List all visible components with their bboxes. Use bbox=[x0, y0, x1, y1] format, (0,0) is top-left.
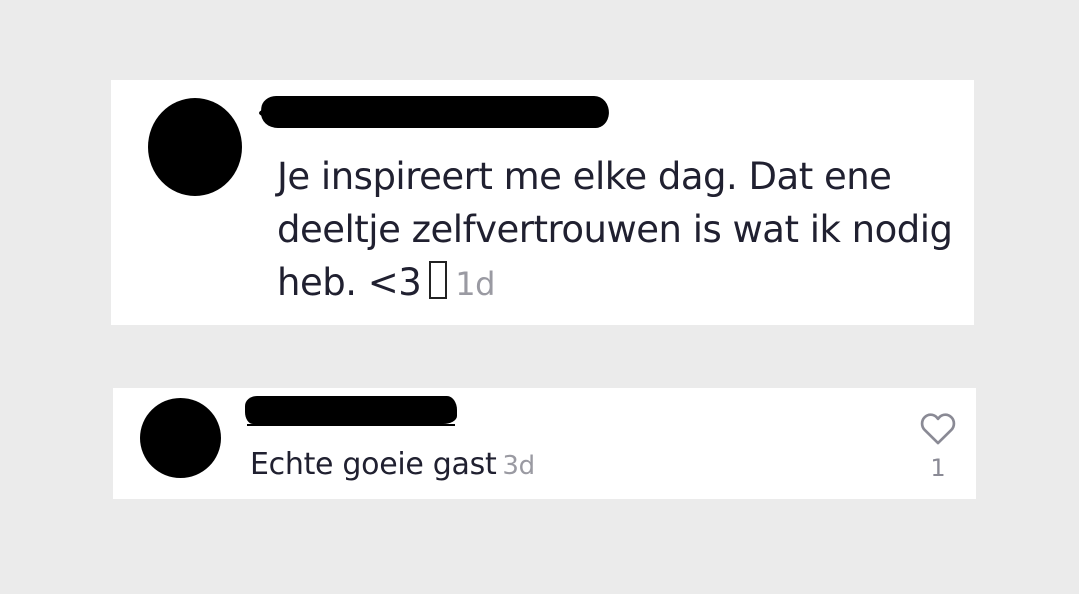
redacted-username-underline bbox=[247, 424, 455, 426]
comment-timestamp: 1d bbox=[455, 265, 495, 303]
comment-timestamp: 3d bbox=[502, 451, 535, 481]
comment-body: Je inspireert me elke dag. Dat ene deelt… bbox=[277, 155, 953, 304]
comment-text: Echte goeie gast 3d bbox=[250, 446, 535, 485]
missing-emoji-glyph bbox=[429, 261, 448, 299]
redacted-username bbox=[245, 396, 457, 424]
avatar[interactable] bbox=[140, 398, 221, 478]
comment-card: Je inspireert me elke dag. Dat ene deelt… bbox=[111, 80, 974, 325]
heart-outline-icon[interactable] bbox=[919, 410, 957, 446]
like-count: 1 bbox=[930, 454, 946, 482]
comment-text: Je inspireert me elke dag. Dat ene deelt… bbox=[277, 150, 957, 311]
comment-body: Echte goeie gast bbox=[250, 447, 497, 482]
comment-card: Echte goeie gast 3d 1 bbox=[113, 388, 976, 499]
avatar[interactable] bbox=[148, 98, 242, 196]
redacted-username bbox=[259, 96, 611, 128]
